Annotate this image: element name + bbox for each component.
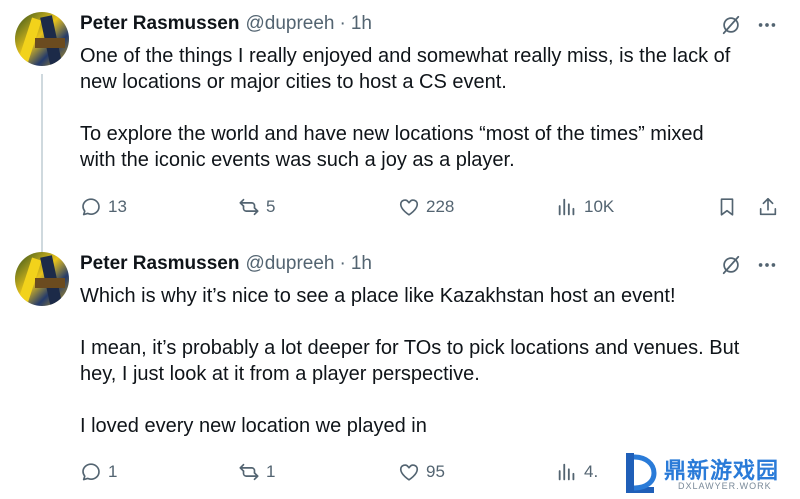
tweet-text: One of the things I really enjoyed and s… xyxy=(80,43,780,173)
grok-icon[interactable] xyxy=(720,254,742,276)
tweet-header: Peter Rasmussen @dupreeh · 1h xyxy=(80,252,372,276)
text-line: Which is why it’s nice to see a place li… xyxy=(80,285,676,307)
text-line: One of the things I really enjoyed and s… xyxy=(80,45,731,67)
share-button[interactable] xyxy=(757,193,785,221)
avatar[interactable] xyxy=(15,252,69,306)
text-line: hey, I just look at it from a player per… xyxy=(80,363,480,385)
text-line xyxy=(80,309,780,335)
watermark-url: DXLAWYER.WORK xyxy=(678,481,772,491)
bookmark-icon xyxy=(720,198,734,216)
like-count: 228 xyxy=(426,197,455,216)
thread-line xyxy=(41,74,43,254)
reply-button[interactable]: 13 xyxy=(80,193,127,221)
author-handle[interactable]: @dupreeh xyxy=(245,13,334,35)
text-line xyxy=(80,387,780,413)
like-count: 95 xyxy=(426,462,445,481)
author-handle[interactable]: @dupreeh xyxy=(245,253,334,275)
heart-icon xyxy=(399,464,419,481)
views-icon xyxy=(558,198,575,216)
author-name[interactable]: Peter Rasmussen xyxy=(80,253,239,275)
repost-icon xyxy=(239,198,259,216)
views-button[interactable]: 10K xyxy=(556,193,614,221)
like-button[interactable]: 228 xyxy=(398,193,454,221)
tweet-1[interactable]: Peter Rasmussen @dupreeh · 1h One of the… xyxy=(0,0,800,254)
reply-icon xyxy=(82,463,100,481)
repost-button[interactable]: 1 xyxy=(238,458,275,486)
views-button[interactable]: 4. xyxy=(556,458,598,486)
reply-count: 13 xyxy=(108,197,127,216)
text-line: with the iconic events was such a joy as… xyxy=(80,149,515,171)
text-line: I mean, it’s probably a lot deeper for T… xyxy=(80,337,740,359)
text-line xyxy=(80,95,780,121)
tweet-header: Peter Rasmussen @dupreeh · 1h xyxy=(80,12,372,36)
views-count: 10K xyxy=(584,197,615,216)
reply-button[interactable]: 1 xyxy=(80,458,117,486)
reply-icon xyxy=(82,198,100,216)
text-line: To explore the world and have new locati… xyxy=(80,123,704,145)
repost-count: 1 xyxy=(266,462,276,481)
avatar[interactable] xyxy=(15,12,69,66)
views-icon xyxy=(558,463,575,481)
watermark: 鼎新游戏园 DXLAWYER.WORK xyxy=(614,447,800,499)
author-name[interactable]: Peter Rasmussen xyxy=(80,13,239,35)
more-icon[interactable] xyxy=(756,14,778,36)
more-icon[interactable] xyxy=(756,254,778,276)
action-bar: 13 5 228 10K xyxy=(80,193,780,221)
separator: · xyxy=(339,13,346,34)
repost-icon xyxy=(239,463,259,481)
like-button[interactable]: 95 xyxy=(398,458,445,486)
tweet-text: Which is why it’s nice to see a place li… xyxy=(80,283,780,439)
timestamp[interactable]: 1h xyxy=(351,13,372,35)
repost-count: 5 xyxy=(266,197,276,216)
views-count: 4. xyxy=(584,462,599,481)
separator: · xyxy=(339,253,346,274)
watermark-logo-icon xyxy=(626,453,657,493)
reply-count: 1 xyxy=(108,462,118,481)
share-icon xyxy=(759,197,777,216)
text-line: new locations or major cities to host a … xyxy=(80,71,507,93)
bookmark-button[interactable] xyxy=(716,193,744,221)
grok-icon[interactable] xyxy=(720,14,742,36)
text-line: I loved every new location we played in xyxy=(80,415,427,437)
repost-button[interactable]: 5 xyxy=(238,193,275,221)
heart-icon xyxy=(399,199,419,216)
timestamp[interactable]: 1h xyxy=(351,253,372,275)
